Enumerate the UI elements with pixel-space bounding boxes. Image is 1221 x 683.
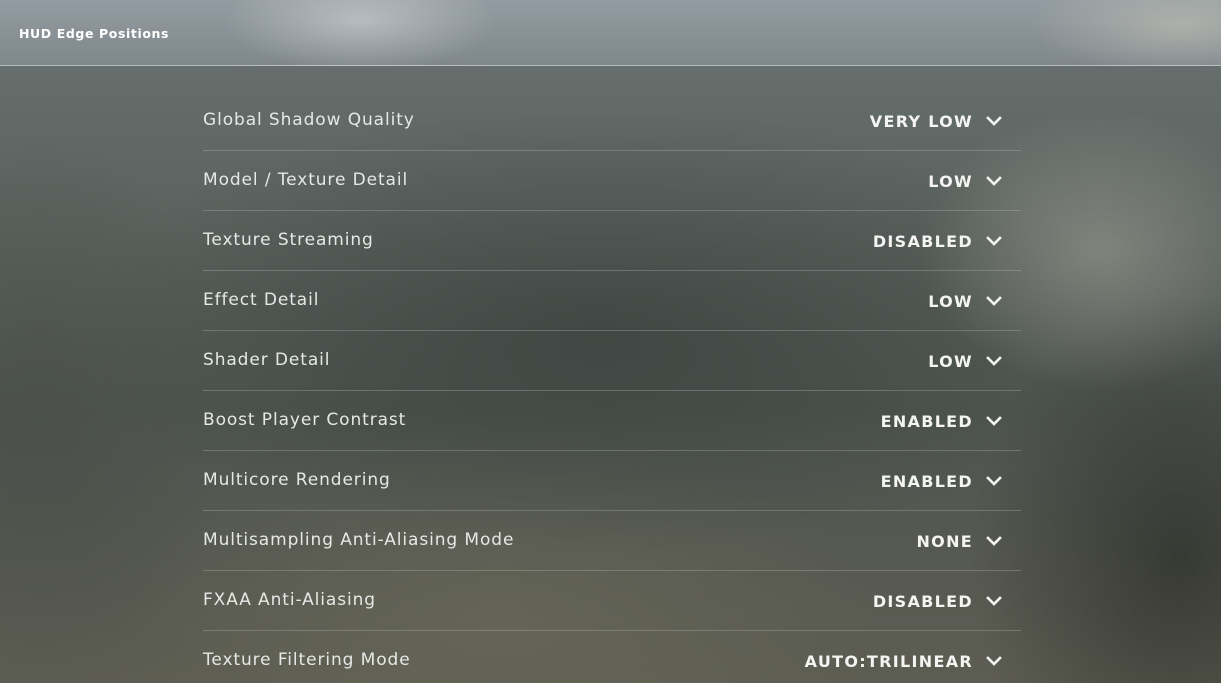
chevron-down-icon: [986, 533, 1002, 549]
dropdown-value: LOW: [928, 351, 973, 371]
dropdown-value: ENABLED: [880, 411, 973, 431]
chevron-down-icon: [986, 593, 1002, 609]
msaa-mode-dropdown[interactable]: NONE: [916, 529, 1002, 553]
chevron-down-icon: [986, 293, 1002, 309]
dropdown-value: LOW: [928, 171, 973, 191]
texture-filtering-mode-dropdown[interactable]: AUTO:TRILINEAR: [805, 649, 1002, 673]
chevron-down-icon: [986, 413, 1002, 429]
header-bar: HUD Edge Positions: [0, 0, 1221, 66]
fxaa-dropdown[interactable]: DISABLED: [873, 589, 1002, 613]
setting-label: FXAA Anti-Aliasing: [203, 590, 376, 610]
setting-label: Multicore Rendering: [203, 470, 391, 490]
setting-row-texture-streaming: Texture Streaming DISABLED: [203, 211, 1021, 271]
texture-streaming-dropdown[interactable]: DISABLED: [873, 229, 1002, 253]
setting-label: Texture Filtering Mode: [203, 650, 411, 670]
chevron-down-icon: [986, 173, 1002, 189]
effect-detail-dropdown[interactable]: LOW: [928, 289, 1002, 313]
chevron-down-icon: [986, 353, 1002, 369]
setting-row-global-shadow-quality: Global Shadow Quality VERY LOW: [203, 91, 1021, 151]
setting-label: Global Shadow Quality: [203, 110, 415, 130]
setting-label: Texture Streaming: [203, 230, 374, 250]
multicore-rendering-dropdown[interactable]: ENABLED: [881, 469, 1002, 493]
setting-label: Effect Detail: [203, 290, 320, 310]
setting-row-shader-detail: Shader Detail LOW: [203, 331, 1021, 391]
chevron-down-icon: [986, 473, 1002, 489]
setting-row-boost-player-contrast: Boost Player Contrast ENABLED: [203, 391, 1021, 451]
page-title: HUD Edge Positions: [19, 26, 170, 41]
dropdown-value: LOW: [928, 291, 973, 311]
setting-row-model-texture-detail: Model / Texture Detail LOW: [203, 151, 1021, 211]
dropdown-value: ENABLED: [880, 471, 973, 491]
dropdown-value: VERY LOW: [869, 111, 973, 131]
shader-detail-dropdown[interactable]: LOW: [928, 349, 1002, 373]
model-texture-detail-dropdown[interactable]: LOW: [928, 169, 1002, 193]
setting-row-texture-filtering-mode: Texture Filtering Mode AUTO:TRILINEAR: [203, 631, 1021, 683]
setting-row-fxaa: FXAA Anti-Aliasing DISABLED: [203, 571, 1021, 631]
settings-list: Global Shadow Quality VERY LOW Model / T…: [203, 91, 1021, 683]
setting-row-multicore-rendering: Multicore Rendering ENABLED: [203, 451, 1021, 511]
chevron-down-icon: [986, 653, 1002, 669]
chevron-down-icon: [986, 233, 1002, 249]
dropdown-value: NONE: [916, 531, 973, 551]
setting-row-msaa-mode: Multisampling Anti-Aliasing Mode NONE: [203, 511, 1021, 571]
boost-player-contrast-dropdown[interactable]: ENABLED: [881, 409, 1002, 433]
chevron-down-icon: [986, 113, 1002, 129]
dropdown-value: DISABLED: [872, 231, 973, 251]
global-shadow-quality-dropdown[interactable]: VERY LOW: [870, 109, 1002, 133]
setting-label: Boost Player Contrast: [203, 410, 407, 430]
dropdown-value: AUTO:TRILINEAR: [804, 651, 973, 671]
setting-label: Model / Texture Detail: [203, 170, 409, 190]
setting-label: Shader Detail: [203, 350, 331, 370]
setting-label: Multisampling Anti-Aliasing Mode: [203, 530, 515, 550]
dropdown-value: DISABLED: [872, 591, 973, 611]
setting-row-effect-detail: Effect Detail LOW: [203, 271, 1021, 331]
